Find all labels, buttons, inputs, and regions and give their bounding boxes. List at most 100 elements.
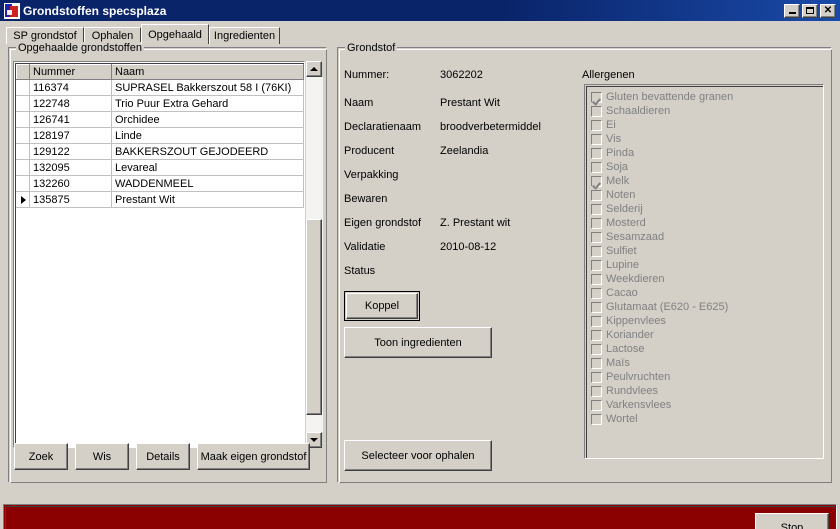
list-item[interactable]: Lactose [591, 342, 823, 356]
list-item[interactable]: Lupine [591, 258, 823, 272]
maak-eigen-grondstof-button[interactable]: Maak eigen grondstof [197, 443, 310, 470]
checkbox-icon[interactable] [591, 357, 602, 369]
row-selector[interactable] [16, 143, 30, 160]
list-item[interactable]: Cacao [591, 286, 823, 300]
row-selector[interactable] [16, 127, 30, 144]
column-header-naam[interactable]: Naam [111, 64, 304, 80]
grid-vertical-scrollbar[interactable] [306, 61, 323, 448]
checkbox-icon[interactable] [591, 259, 602, 271]
list-item[interactable]: Kippenvlees [591, 314, 823, 328]
current-row-marker-icon [20, 195, 26, 204]
list-item[interactable]: Glutamaat (E620 - E625) [591, 300, 823, 314]
list-item[interactable]: Sesamzaad [591, 230, 823, 244]
row-selector[interactable] [16, 175, 30, 192]
field-label-verpakking: Verpakking [344, 169, 399, 181]
checkbox-icon[interactable] [591, 273, 602, 285]
stop-button[interactable]: Stop [755, 513, 829, 529]
group-label-grondstof: Grondstof [345, 42, 398, 54]
allergen-label: Pinda [606, 147, 635, 159]
maximize-button[interactable] [802, 3, 818, 18]
checkbox-icon[interactable] [591, 343, 602, 355]
table-row[interactable]: 116374 SUPRASEL Bakkerszout 58 I (76KI) [16, 79, 304, 96]
checkbox-icon[interactable] [591, 231, 602, 243]
row-selector[interactable] [16, 159, 30, 176]
grondstoffen-table[interactable]: Nummer Naam 116374 SUPRASEL Bakkerszout … [13, 61, 305, 448]
row-selector[interactable] [16, 79, 30, 96]
table-row[interactable]: 128197 Linde [16, 127, 304, 144]
table-row[interactable]: 132260 WADDENMEEL [16, 175, 304, 192]
column-header-nummer[interactable]: Nummer [29, 64, 112, 80]
checkbox-icon[interactable] [591, 161, 602, 173]
list-item[interactable]: Pinda [591, 146, 823, 160]
checkbox-icon[interactable] [591, 371, 602, 383]
tab-ingredienten[interactable]: Ingredienten [209, 27, 280, 44]
zoek-button[interactable]: Zoek [14, 443, 68, 470]
table-row[interactable]: 129122 BAKKERSZOUT GEJODEERD [16, 143, 304, 160]
table-row[interactable]: 126741 Orchidee [16, 111, 304, 128]
scrollbar-thumb[interactable] [306, 219, 322, 415]
checkbox-icon[interactable] [591, 105, 602, 117]
toon-ingredienten-button[interactable]: Toon ingredienten [344, 327, 492, 358]
list-item[interactable]: Weekdieren [591, 272, 823, 286]
field-value-producent: Zeelandia [440, 145, 489, 157]
list-item[interactable]: Vis [591, 132, 823, 146]
list-item[interactable]: Selderij [591, 202, 823, 216]
list-item[interactable]: Maïs [591, 356, 823, 370]
cell-naam: Orchidee [111, 111, 304, 128]
list-item[interactable]: Mosterd [591, 216, 823, 230]
table-row[interactable]: 132095 Levareal [16, 159, 304, 176]
table-row[interactable]: 122748 Trio Puur Extra Gehard [16, 95, 304, 112]
field-label-producent: Producent [344, 145, 395, 157]
status-bar-inner: Stop [5, 506, 835, 529]
close-icon[interactable]: ✕ [820, 3, 836, 18]
checkbox-icon[interactable] [591, 133, 602, 145]
details-button[interactable]: Details [136, 443, 190, 470]
list-item[interactable]: Peulvruchten [591, 370, 823, 384]
selecteer-voor-ophalen-button[interactable]: Selecteer voor ophalen [344, 440, 492, 471]
checkbox-icon[interactable] [591, 175, 602, 187]
list-item[interactable]: Rundvlees [591, 384, 823, 398]
list-item[interactable]: Soja [591, 160, 823, 174]
list-item[interactable]: Sulfiet [591, 244, 823, 258]
list-item[interactable]: Koriander [591, 328, 823, 342]
tab-opgehaald[interactable]: Opgehaald [141, 24, 209, 44]
cell-naam: SUPRASEL Bakkerszout 58 I (76KI) [111, 79, 304, 96]
list-item[interactable]: Melk [591, 174, 823, 188]
checkbox-icon[interactable] [591, 329, 602, 341]
checkbox-icon[interactable] [591, 315, 602, 327]
checkbox-icon[interactable] [591, 147, 602, 159]
cell-nummer: 128197 [29, 127, 112, 144]
cell-nummer: 132095 [29, 159, 112, 176]
tab-label: Ophalen [91, 30, 134, 42]
application-window: Grondstoffen specsplaza ✕ SP grondstof O… [0, 0, 840, 529]
cell-nummer: 126741 [29, 111, 112, 128]
checkbox-icon[interactable] [591, 203, 602, 215]
checkbox-icon[interactable] [591, 287, 602, 299]
row-selector-current[interactable] [16, 191, 30, 208]
row-selector[interactable] [16, 95, 30, 112]
list-item[interactable]: Schaaldieren [591, 104, 823, 118]
field-label-validatie: Validatie [344, 241, 386, 253]
koppel-button[interactable]: Koppel [344, 291, 420, 321]
list-item[interactable]: Varkensvlees [591, 398, 823, 412]
scroll-up-icon[interactable] [306, 61, 322, 77]
wis-button[interactable]: Wis [75, 443, 129, 470]
checkbox-icon[interactable] [591, 217, 602, 229]
checkbox-icon[interactable] [591, 413, 602, 425]
row-selector[interactable] [16, 111, 30, 128]
checkbox-icon[interactable] [591, 189, 602, 201]
allergen-label: Noten [606, 189, 636, 201]
minimize-button[interactable] [784, 3, 800, 18]
checkbox-icon[interactable] [591, 119, 602, 131]
list-item[interactable]: Wortel [591, 412, 823, 426]
checkbox-icon[interactable] [591, 301, 602, 313]
allergenen-listbox[interactable]: Gluten bevattende granen Schaaldieren Ei… [584, 84, 824, 459]
list-item[interactable]: Noten [591, 188, 823, 202]
checkbox-icon[interactable] [591, 245, 602, 257]
checkbox-icon[interactable] [591, 385, 602, 397]
checkbox-icon[interactable] [591, 91, 602, 103]
list-item[interactable]: Gluten bevattende granen [591, 90, 823, 104]
checkbox-icon[interactable] [591, 399, 602, 411]
table-row-selected[interactable]: 135875 Prestant Wit [16, 191, 304, 208]
list-item[interactable]: Ei [591, 118, 823, 132]
